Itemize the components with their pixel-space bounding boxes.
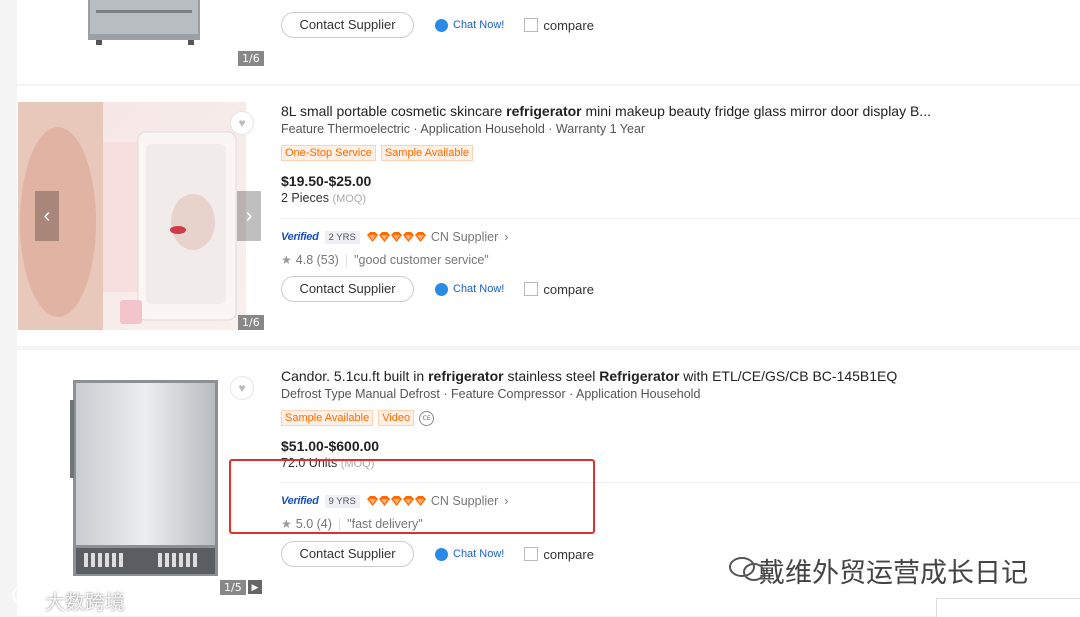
tag-sample-available: Sample Available (281, 410, 374, 426)
supplier-diamond-rating (366, 231, 426, 243)
title-part: 8L small portable cosmetic skincare (281, 103, 507, 119)
review-snippet: "good customer service" (354, 253, 489, 267)
image-prev-arrow[interactable]: ‹ (35, 191, 59, 241)
title-part: Candor. 5.1cu.ft built in (281, 368, 429, 384)
favorite-heart-icon[interactable]: ♥ (230, 376, 254, 400)
price-range: $19.50-$25.00 (281, 173, 372, 189)
image-counter: 1/6 (238, 51, 264, 66)
title-part: mini makeup beauty fridge glass mirror d… (581, 103, 931, 119)
diamond-icon (378, 231, 390, 243)
tag-one-stop-service: One-Stop Service (281, 145, 376, 161)
chat-icon (435, 547, 448, 561)
product-tags: One-Stop Service Sample Available (281, 145, 474, 161)
watermark-text-right: 戴维外贸运营成长日记 (758, 558, 1028, 588)
years-badge: 2 YRS (324, 230, 360, 244)
compare-label: compare (543, 281, 594, 297)
chat-now-link[interactable]: Chat Now! (435, 547, 505, 561)
chat-icon (435, 282, 448, 296)
page-gutter (0, 0, 17, 616)
moq-label: (MOQ) (332, 193, 367, 205)
compare-label: compare (543, 17, 594, 33)
tag-sample-available: Sample Available (380, 145, 474, 161)
chevron-right-icon: › (504, 230, 509, 244)
diamond-icon (414, 231, 426, 243)
tag-video: Video (378, 410, 415, 426)
chat-now-label: Chat Now! (453, 19, 505, 31)
chat-icon (435, 18, 448, 32)
supplier-type: CN Supplier (430, 230, 499, 244)
image-counter: 1/6 (238, 315, 264, 330)
compare-toggle[interactable]: compare (524, 547, 594, 562)
title-keyword: refrigerator (506, 103, 582, 119)
divider (281, 218, 1080, 219)
diamond-icon (366, 231, 378, 243)
price-range: $51.00-$600.00 (281, 438, 380, 454)
chat-now-label: Chat Now! (453, 283, 505, 295)
supplier-row[interactable]: Verified 2 YRS CN Supplier › (281, 230, 508, 244)
product-image-1[interactable] (18, 0, 246, 66)
verified-badge: Verified (281, 231, 319, 243)
highlight-annotation-box (229, 459, 595, 534)
fridge-image-partial (88, 0, 200, 45)
action-row-1: Contact Supplier Chat Now! compare (281, 12, 594, 38)
star-icon: ★ (281, 253, 292, 267)
compare-checkbox[interactable] (524, 547, 539, 561)
action-row-2: Contact Supplier Chat Now! compare (281, 276, 594, 302)
rating-row: ★ 4.8 (53) | "good customer service" (281, 253, 489, 267)
compare-label: compare (543, 546, 594, 562)
chat-now-label: Chat Now! (453, 548, 505, 560)
stainless-fridge-image (70, 380, 218, 576)
favorite-heart-icon[interactable]: ♥ (230, 111, 254, 135)
moq: 2 Pieces (MOQ) (281, 191, 366, 205)
watermark-logo-icon (12, 586, 42, 605)
product-title-2[interactable]: 8L small portable cosmetic skincare refr… (281, 103, 931, 119)
title-part: with ETL/CE/GS/CB BC-145B1EQ (679, 368, 898, 384)
product-attributes: Defrost Type Manual Defrost · Feature Co… (281, 387, 701, 401)
contact-supplier-button[interactable]: Contact Supplier (281, 541, 414, 567)
watermark-text-left: 大数跨境 (45, 592, 125, 614)
contact-supplier-button[interactable]: Contact Supplier (281, 276, 414, 302)
certification-icon: CE (419, 410, 435, 426)
image-counter: 1/5 (220, 580, 246, 595)
floating-widget[interactable] (936, 598, 1080, 617)
compare-checkbox[interactable] (524, 18, 539, 32)
compare-toggle[interactable]: compare (524, 282, 594, 297)
title-keyword: Refrigerator (599, 368, 680, 384)
moq-value: 2 Pieces (281, 191, 329, 205)
title-part: stainless steel (503, 368, 600, 384)
separator: | (344, 253, 349, 267)
compare-toggle[interactable]: compare (524, 18, 594, 33)
image-next-arrow[interactable]: › (237, 191, 261, 241)
chat-now-link[interactable]: Chat Now! (435, 282, 505, 296)
compare-checkbox[interactable] (524, 282, 539, 296)
diamond-icon (402, 231, 414, 243)
chat-now-link[interactable]: Chat Now! (435, 18, 505, 32)
action-row-3: Contact Supplier Chat Now! compare (281, 541, 594, 567)
contact-supplier-button[interactable]: Contact Supplier (281, 12, 414, 38)
title-keyword: refrigerator (428, 368, 504, 384)
product-attributes: Feature Thermoelectric · Application Hou… (281, 122, 646, 136)
video-play-icon[interactable]: ▶ (248, 580, 262, 594)
product-tags: Sample Available Video CE (281, 410, 435, 426)
rating-score: 4.8 (53) (295, 253, 339, 267)
diamond-icon (390, 231, 402, 243)
product-image-3[interactable] (18, 368, 246, 578)
product-title-3[interactable]: Candor. 5.1cu.ft built in refrigerator s… (281, 368, 897, 384)
